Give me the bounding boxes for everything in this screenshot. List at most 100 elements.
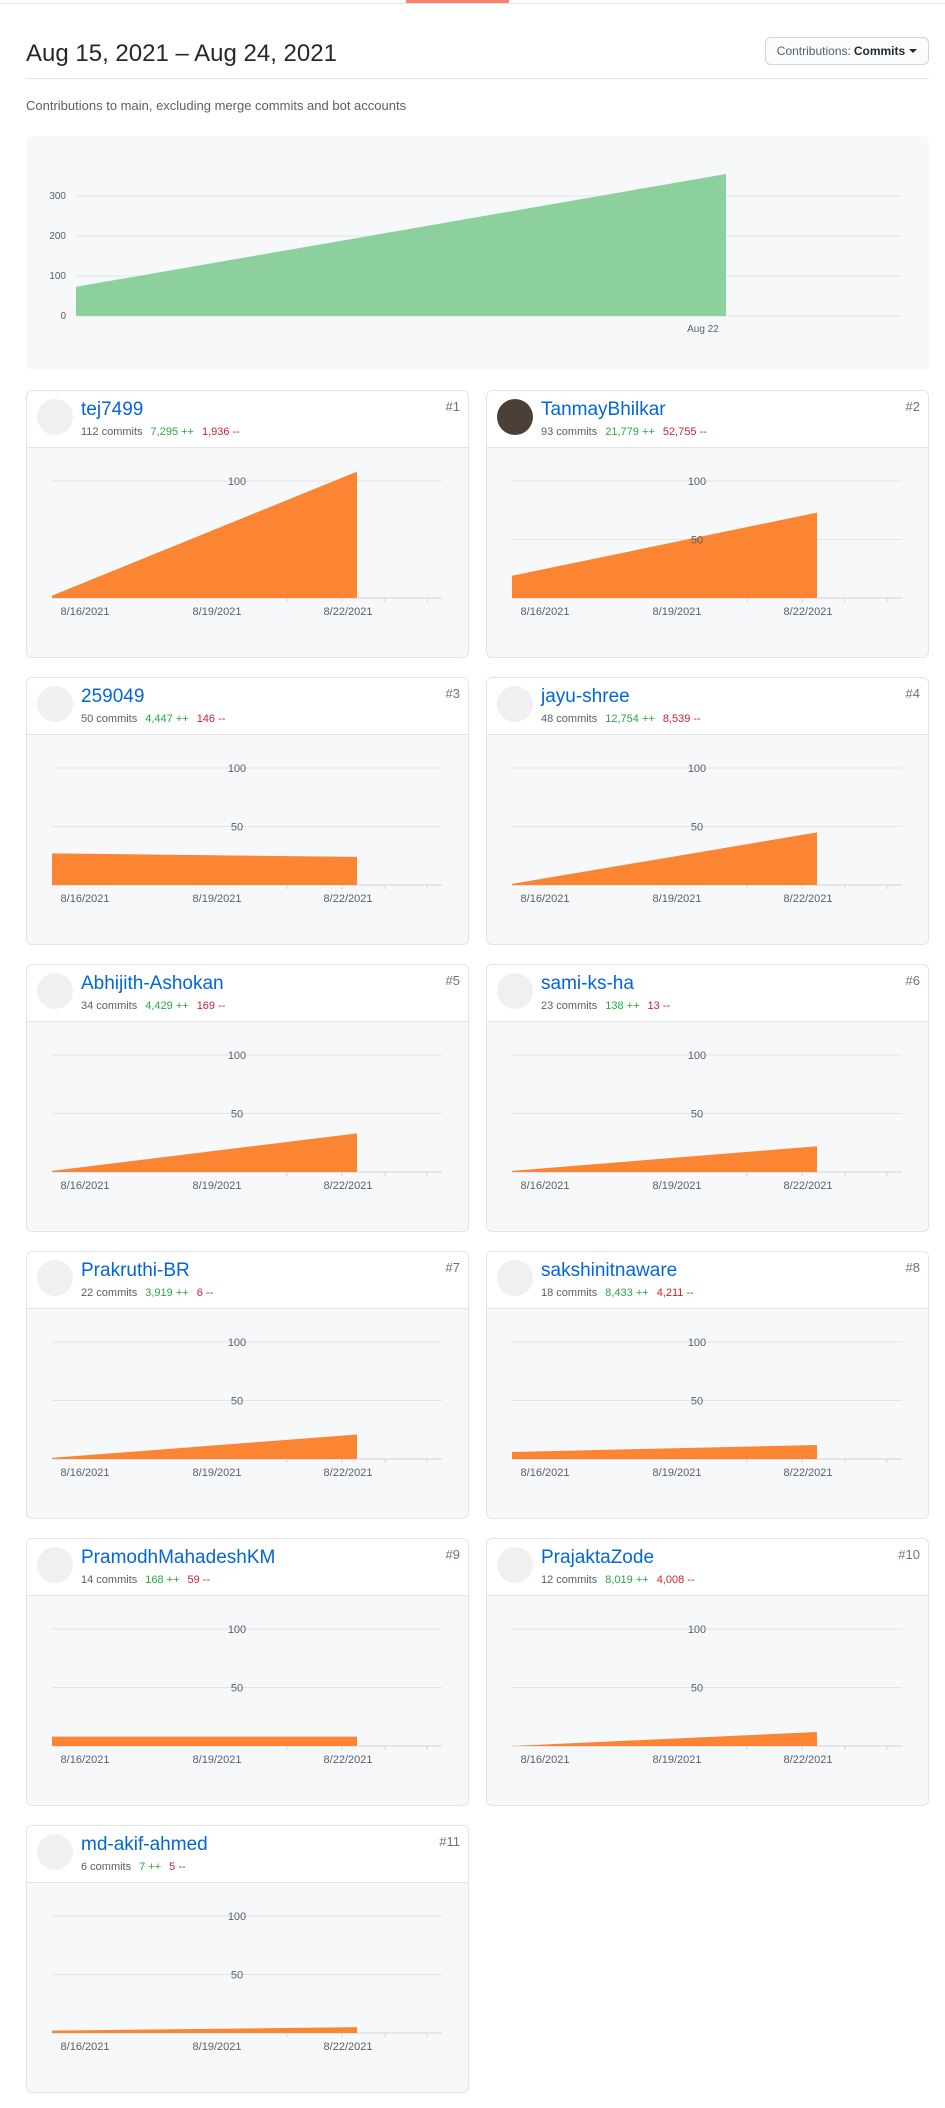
commit-count-link[interactable]: 48 commits xyxy=(541,713,597,725)
avatar[interactable] xyxy=(497,1547,533,1583)
contributor-username-link[interactable]: jayu-shree xyxy=(541,686,630,708)
contributor-commits-chart[interactable]: 100 50 8/16/2021 8/19/2021 8/22/2021 xyxy=(27,1022,468,1231)
commits-area xyxy=(512,1146,817,1172)
contributor-commits-chart[interactable]: 100 50 8/16/2021 8/19/2021 8/22/2021 xyxy=(487,1596,928,1805)
contributor-username-link[interactable]: sami-ks-ha xyxy=(541,973,634,995)
contributor-commits-chart[interactable]: 100 50 8/16/2021 8/19/2021 8/22/2021 xyxy=(27,1883,468,2092)
commit-count-link[interactable]: 93 commits xyxy=(541,426,597,438)
contributor-username-link[interactable]: Prakruthi-BR xyxy=(81,1260,190,1282)
x-tick-label: 8/22/2021 xyxy=(784,1467,833,1479)
additions-count: 21,779 ++ xyxy=(605,426,655,438)
x-tick-label: 8/22/2021 xyxy=(324,1180,373,1192)
contributor-username-link[interactable]: TanmayBhilkar xyxy=(541,399,666,421)
contributor-commits-chart[interactable]: 100 50 8/16/2021 8/19/2021 8/22/2021 xyxy=(27,1596,468,1805)
contributor-card-header: md-akif-ahmed 6 commits 7 ++ 5 -- #11 xyxy=(27,1826,468,1883)
contributor-commits-chart[interactable]: 100 8/16/2021 8/19/2021 8/22/2021 xyxy=(27,448,468,657)
y-tick-label: 100 xyxy=(228,1911,246,1923)
commit-count-link[interactable]: 50 commits xyxy=(81,713,137,725)
contributor-card: PramodhMahadeshKM 14 commits 168 ++ 59 -- #9… xyxy=(26,1538,469,1806)
deletions-count: 1,936 -- xyxy=(201,426,240,438)
x-tick-label: 8/16/2021 xyxy=(61,1180,110,1192)
contributor-commits-chart[interactable]: 100 50 8/16/2021 8/19/2021 8/22/2021 xyxy=(487,735,928,944)
commits-area xyxy=(512,1444,817,1459)
y-tick-label: 100 xyxy=(688,1337,706,1349)
commit-count-link[interactable]: 14 commits xyxy=(81,1574,137,1586)
contributor-commits-chart[interactable]: 100 50 8/16/2021 8/19/2021 8/22/2021 xyxy=(487,448,928,657)
contributor-stats: 23 commits 138 ++ 13 -- xyxy=(541,1000,670,1012)
avatar[interactable] xyxy=(497,686,533,722)
header-divider xyxy=(26,78,929,79)
additions-count: 7 ++ xyxy=(139,1861,162,1873)
contributor-rank: #6 xyxy=(905,973,920,988)
x-tick-label: 8/19/2021 xyxy=(193,1467,242,1479)
avatar[interactable] xyxy=(497,399,533,435)
avatar[interactable] xyxy=(37,1834,73,1870)
x-tick-label: 8/22/2021 xyxy=(324,1754,373,1766)
contributor-rank: #8 xyxy=(905,1260,920,1275)
commits-area xyxy=(52,471,357,598)
contributor-commits-chart[interactable]: 100 50 8/16/2021 8/19/2021 8/22/2021 xyxy=(27,1309,468,1518)
additions-count: 8,433 ++ xyxy=(605,1287,649,1299)
x-tick-label: 8/22/2021 xyxy=(784,606,833,618)
x-tick-label: 8/16/2021 xyxy=(521,1754,570,1766)
contributor-card-header: 259049 50 commits 4,447 ++ 146 -- #3 xyxy=(27,678,468,735)
contributor-username-link[interactable]: sakshinitnaware xyxy=(541,1260,677,1282)
contributor-username-link[interactable]: PrajaktaZode xyxy=(541,1547,654,1569)
contributor-username-link[interactable]: Abhijith-Ashokan xyxy=(81,973,224,995)
commit-count-link[interactable]: 12 commits xyxy=(541,1574,597,1586)
contributor-commits-chart[interactable]: 100 50 8/16/2021 8/19/2021 8/22/2021 xyxy=(487,1022,928,1231)
y-tick-label: 50 xyxy=(231,1683,243,1695)
contributor-stats: 12 commits 8,019 ++ 4,008 -- xyxy=(541,1574,695,1586)
contributor-username-link[interactable]: tej7499 xyxy=(81,399,143,421)
y-tick-label: 100 xyxy=(228,763,246,775)
deletions-count: 52,755 -- xyxy=(662,426,707,438)
contributor-card-header: TanmayBhilkar 93 commits 21,779 ++ 52,755 -… xyxy=(487,391,928,448)
y-tick-label: 200 xyxy=(49,231,66,242)
contributor-stats: 48 commits 12,754 ++ 8,539 -- xyxy=(541,713,701,725)
y-tick-label: 100 xyxy=(688,476,706,488)
commit-count-link[interactable]: 6 commits xyxy=(81,1861,131,1873)
date-range-title: Aug 15, 2021 – Aug 24, 2021 xyxy=(26,40,337,67)
contributor-commits-chart[interactable]: 100 50 8/16/2021 8/19/2021 8/22/2021 xyxy=(487,1309,928,1518)
x-tick-label: 8/22/2021 xyxy=(324,606,373,618)
avatar[interactable] xyxy=(497,973,533,1009)
contributor-username-link[interactable]: 259049 xyxy=(81,686,144,708)
contributor-card-header: jayu-shree 48 commits 12,754 ++ 8,539 -- #4 xyxy=(487,678,928,735)
avatar[interactable] xyxy=(37,1260,73,1296)
contributor-card: tej7499 112 commits 7,295 ++ 1,936 -- #1 100 8… xyxy=(26,390,469,658)
avatar[interactable] xyxy=(37,1547,73,1583)
contributor-card: 259049 50 commits 4,447 ++ 146 -- #3 100 50 8/1… xyxy=(26,677,469,945)
commits-area xyxy=(512,512,817,598)
commits-area xyxy=(52,1133,357,1172)
total-contributions-chart[interactable]: 0 100 200 300 Aug 22 xyxy=(26,136,929,370)
selected-tab-indicator xyxy=(406,0,509,3)
avatar[interactable] xyxy=(37,973,73,1009)
contributor-commits-chart[interactable]: 100 50 8/16/2021 8/19/2021 8/22/2021 xyxy=(27,735,468,944)
y-tick-label: 100 xyxy=(688,1624,706,1636)
avatar[interactable] xyxy=(37,399,73,435)
deletions-count: 5 -- xyxy=(169,1861,186,1873)
select-prefix: Contributions: xyxy=(776,44,851,58)
x-tick-label: 8/16/2021 xyxy=(61,606,110,618)
commit-count-link[interactable]: 34 commits xyxy=(81,1000,137,1012)
x-tick-label: 8/22/2021 xyxy=(324,1467,373,1479)
contributor-card: sami-ks-ha 23 commits 138 ++ 13 -- #6 100 50 8/… xyxy=(486,964,929,1232)
x-tick-label: 8/19/2021 xyxy=(653,893,702,905)
y-tick-label: 50 xyxy=(231,1396,243,1408)
contributor-rank: #4 xyxy=(905,686,920,701)
contributor-username-link[interactable]: md-akif-ahmed xyxy=(81,1834,208,1856)
avatar[interactable] xyxy=(497,1260,533,1296)
commit-count-link[interactable]: 112 commits xyxy=(81,426,143,438)
contributor-card-header: tej7499 112 commits 7,295 ++ 1,936 -- #1 xyxy=(27,391,468,448)
commit-count-link[interactable]: 18 commits xyxy=(541,1287,597,1299)
y-tick-label: 50 xyxy=(691,1396,703,1408)
x-tick-label: 8/16/2021 xyxy=(61,2041,110,2053)
contributor-card: PrajaktaZode 12 commits 8,019 ++ 4,008 -- #1… xyxy=(486,1538,929,1806)
commit-count-link[interactable]: 23 commits xyxy=(541,1000,597,1012)
contributions-type-select[interactable]: Contributions: Commits xyxy=(765,37,929,65)
contributor-username-link[interactable]: PramodhMahadeshKM xyxy=(81,1547,275,1569)
y-tick-label: 100 xyxy=(688,763,706,775)
x-tick-label: 8/16/2021 xyxy=(61,893,110,905)
commit-count-link[interactable]: 22 commits xyxy=(81,1287,137,1299)
avatar[interactable] xyxy=(37,686,73,722)
